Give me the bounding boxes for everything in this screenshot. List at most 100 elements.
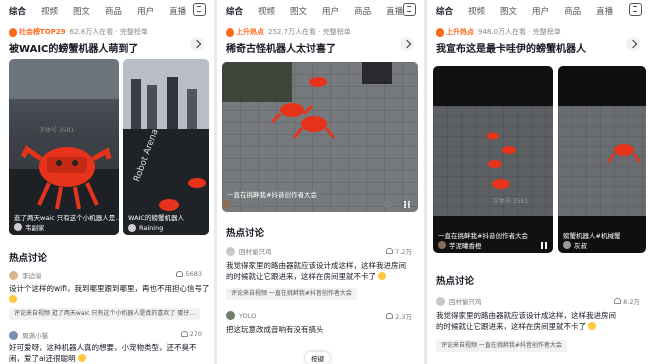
pause-icon[interactable]	[541, 242, 547, 249]
tab-goods[interactable]: 商品	[354, 5, 371, 17]
comment-emoji	[9, 294, 17, 305]
tab-image-text[interactable]: 图文	[73, 5, 90, 17]
fire-icon	[226, 27, 234, 37]
comment-author[interactable]: 回村偷只鸡	[436, 296, 482, 306]
tab-comprehensive[interactable]: 综合	[226, 5, 243, 17]
comment-author[interactable]: 李边溢	[9, 270, 42, 280]
search-tabs: 综合 视频 图文 用户 商品 直播	[436, 3, 642, 18]
tab-users[interactable]: 用户	[322, 5, 339, 17]
tab-video[interactable]: 视频	[468, 5, 485, 17]
video-author[interactable]: 芋泥曦香橙	[438, 240, 482, 250]
tab-users[interactable]: 用户	[137, 5, 154, 17]
comment-source-pill[interactable]: 评论来自视频 一直在挑衅我#抖音创作者大会	[226, 288, 357, 300]
fire-icon	[9, 27, 17, 37]
tab-video[interactable]: 视频	[41, 5, 58, 17]
hot-rank-tag: 上升热点	[236, 28, 264, 36]
tab-comprehensive[interactable]: 综合	[9, 5, 26, 17]
comment-like-button[interactable]: 7.2万	[386, 246, 412, 256]
topic-title[interactable]: 被WAIC的螃蟹机器人萌到了	[9, 40, 138, 55]
tab-video[interactable]: 视频	[258, 5, 275, 17]
tab-goods[interactable]: 商品	[105, 5, 122, 17]
avatar	[9, 330, 18, 340]
comment-like-button[interactable]: 270	[180, 330, 202, 338]
comment-like-button[interactable]: 8.2万	[614, 296, 640, 306]
tab-live[interactable]: 直播	[169, 5, 186, 17]
video-like-count: 41.0万	[393, 201, 414, 209]
video-card-right[interactable]: Robot Arena WAIC的螃蟹机器人 Raining	[123, 59, 209, 235]
video-caption: 一直在挑衅我#抖音创作者大会	[438, 232, 528, 240]
video-author-name: 韦副家	[25, 224, 45, 232]
hot-rank-stat: 948.0万人在看 · 完整榜单	[478, 28, 561, 36]
video-caption: 螃蟹机器人#机械蟹	[563, 232, 621, 240]
hot-rank-row[interactable]: 上升热点 948.0万人在看 · 完整榜单	[436, 27, 561, 37]
video-caption: 一直在挑衅我#抖音创作者大会	[227, 191, 317, 199]
hot-rank-row[interactable]: 上升热点 252.7万人在看 · 完整榜单	[226, 27, 351, 37]
tab-users[interactable]: 用户	[532, 5, 549, 17]
comment-author[interactable]: YOLO	[226, 311, 256, 320]
comment-like-button[interactable]: 2.3万	[386, 311, 412, 321]
avatar	[9, 270, 18, 280]
comment-author-name: YOLO	[239, 311, 257, 320]
video-card-right[interactable]: 螃蟹机器人#机械蟹 灰叔	[558, 66, 646, 253]
heart-icon	[386, 248, 394, 254]
share-icon[interactable]	[400, 37, 414, 51]
comment-author[interactable]: 周满小猫	[9, 330, 48, 340]
comment-like-count: 270	[189, 330, 202, 338]
share-icon[interactable]	[626, 37, 640, 51]
video-author[interactable]: 灰叔	[563, 240, 587, 250]
comment-like-count: 2.3万	[395, 313, 412, 321]
topic-title[interactable]: 我宣布这是最卡哇伊的螃蟹机器人	[436, 40, 586, 55]
avatar	[128, 224, 136, 232]
avatar	[14, 223, 22, 231]
tab-live[interactable]: 直播	[386, 5, 403, 17]
tab-goods[interactable]: 商品	[564, 5, 581, 17]
video-card-left[interactable]: 逛了两天waic 只有这个小机器人是... 韦副家 字体号 3581	[9, 59, 119, 235]
comment-author[interactable]: 回村偷只鸡	[226, 246, 272, 256]
filter-icon[interactable]	[193, 3, 206, 16]
tab-image-text[interactable]: 图文	[290, 5, 307, 17]
comment-author-name: 周满小猫	[22, 332, 48, 340]
search-tabs: 综合 视频 图文 商品 用户 直播	[9, 3, 206, 18]
video-caption: 逛了两天waic 只有这个小机器人是...	[14, 214, 119, 222]
hot-rank-tag: 上升热点	[446, 28, 474, 36]
share-icon[interactable]	[190, 37, 204, 51]
comment-text: 好可爱呀，这种机器人真的想要，小宠物类型，还不臭不	[9, 343, 197, 352]
topic-title[interactable]: 稀奇古怪机器人太讨喜了	[226, 40, 336, 55]
comment-text-line2: 的时候就让它跟进来，这样在房间里就不卡了	[226, 271, 387, 282]
video-author-name: 芋泥曦香橙	[235, 201, 268, 209]
search-results-panel-2: 综合 视频 图文 用户 商品 直播 上升热点 252.7万人在看 · 完整榜单 …	[217, 0, 424, 364]
section-hot-discussion: 热点讨论	[226, 228, 265, 239]
video-author[interactable]: Raining	[128, 224, 163, 232]
comment-source-pill[interactable]: 评论来自视频 一直在挑衅我#抖音创作者大会	[436, 340, 567, 352]
laugh-emoji-icon	[378, 272, 387, 280]
crab-robot-solo-thumbnail	[558, 106, 646, 216]
heart-icon	[386, 313, 394, 319]
filter-icon[interactable]	[403, 3, 416, 16]
comment-like-count: 8.2万	[623, 298, 640, 306]
comment-text-line2: 闹，爱了ai还很聪明	[9, 353, 87, 364]
video-like-button[interactable]: 41.0万	[384, 199, 414, 209]
avatar	[226, 246, 235, 256]
hot-rank-tag: 社会榜TOP29	[19, 28, 66, 36]
video-author-name: 灰叔	[574, 242, 587, 250]
tab-live[interactable]: 直播	[596, 5, 613, 17]
video-author[interactable]: 韦副家	[14, 222, 45, 232]
comment-author-name: 回村偷只鸡	[239, 248, 272, 256]
floating-badge[interactable]: 按键	[305, 352, 330, 364]
video-card-left[interactable]: 一直在挑衅我#抖音创作者大会 芋泥曦香橙 字体号 3581	[433, 66, 553, 253]
tab-comprehensive[interactable]: 综合	[436, 5, 453, 17]
expo-scene-thumbnail: Robot Arena	[123, 59, 209, 235]
hot-rank-stat: 62.8万人在看 · 完整榜单	[69, 28, 148, 36]
comment-like-button[interactable]: 5683	[176, 270, 202, 278]
comment-like-count: 7.2万	[395, 248, 412, 256]
comment-source-pill[interactable]: 评论来自视频 逛了两天waic 只有这个小机器人是真的喜欢了 蛋仔...	[9, 308, 200, 320]
search-results-panel-1: 综合 视频 图文 商品 用户 直播 社会榜TOP29 62.8万人在看 · 完整…	[0, 0, 214, 364]
filter-icon[interactable]	[629, 3, 642, 16]
laugh-emoji-icon	[588, 322, 597, 330]
avatar	[222, 199, 231, 209]
avatar	[438, 241, 446, 249]
video-card[interactable]: 一直在挑衅我#抖音创作者大会	[222, 62, 418, 212]
tab-image-text[interactable]: 图文	[500, 5, 517, 17]
video-author[interactable]: 芋泥曦香橙	[222, 199, 268, 209]
hot-rank-row[interactable]: 社会榜TOP29 62.8万人在看 · 完整榜单	[9, 27, 148, 37]
